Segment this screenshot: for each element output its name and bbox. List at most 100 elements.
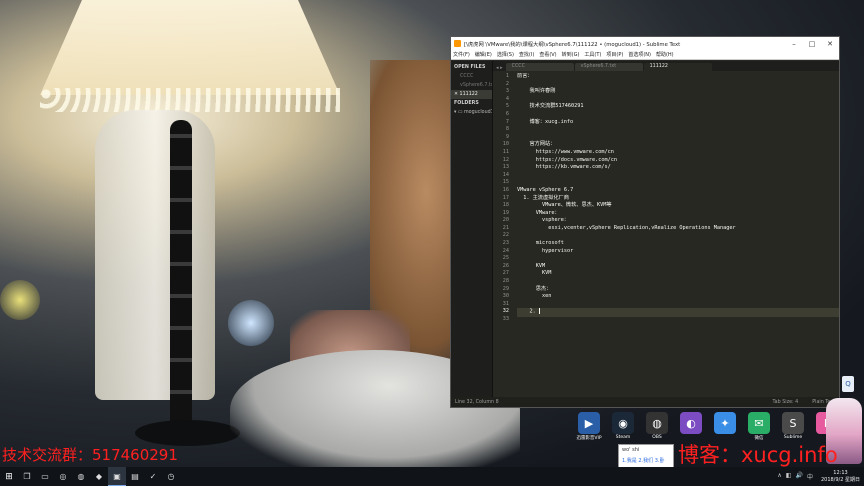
menu-item[interactable]: 帮助(H): [656, 51, 674, 58]
code-line: VMware、微软、思杰、KVM等: [517, 202, 839, 210]
code-line-text: 2.: [517, 308, 539, 315]
tray-icon[interactable]: ◧: [786, 472, 792, 481]
sublime-window: [\虎虎网 \VMware\我的\课程大纲\vSphere6.7\111122 …: [450, 36, 840, 408]
menu-item[interactable]: 转到(G): [562, 51, 580, 58]
taskbar-app-red-button[interactable]: ◆: [90, 467, 108, 486]
line-number: 16: [502, 186, 509, 193]
code-line: 1. 主流虚拟化厂商: [517, 195, 839, 203]
taskbar-task-view-button[interactable]: ❐: [18, 467, 36, 486]
folder-icon: ▭: [41, 472, 49, 481]
taskbar-explorer-button[interactable]: ▭: [36, 467, 54, 486]
code-line: 2.: [517, 308, 839, 317]
desktop-shortcut[interactable]: S Sublime: [776, 412, 810, 441]
system-tray: ∧ ◧ 🔊 中 12:13 2018/9/2 星期日: [777, 467, 864, 486]
menu-item[interactable]: 选择(S): [497, 51, 514, 58]
taskbar-app-box-button[interactable]: ▤: [126, 467, 144, 486]
taskbar-chrome-button[interactable]: ◎: [54, 467, 72, 486]
sidebar-open-file[interactable]: CCCC: [451, 72, 492, 81]
code-line: 思杰：: [517, 286, 839, 294]
code-line: ​: [517, 172, 839, 180]
code-area[interactable]: 1 2 3 4 5 6 7 8 9 10 11 12 13 14 15 16 17 18 19 20 21 22 23 24 2…: [493, 71, 839, 397]
editor-tab[interactable]: vSphere6.7.txt: [574, 63, 643, 71]
open-files-list: CCCC vSphere6.7.txt ✕ 111122: [451, 72, 492, 99]
tab-size-selector[interactable]: Tab Size: 4: [773, 400, 799, 405]
sidebar-folder[interactable]: ▾ ▭ mogucloud1: [451, 108, 492, 117]
firefox-icon: ◍: [77, 472, 85, 481]
line-number: 29: [502, 285, 509, 292]
tray-icon[interactable]: ∧: [777, 472, 781, 481]
sublime-icon: S: [782, 412, 804, 434]
line-number-gutter: 1 2 3 4 5 6 7 8 9 10 11 12 13 14 15 16 17 18 19 20 21 22 23 24 2…: [493, 73, 513, 397]
sidebar-open-file[interactable]: vSphere6.7.txt: [451, 81, 492, 90]
sidebar-open-file[interactable]: ✕ 111122: [451, 90, 492, 99]
code-line: VMware：: [517, 210, 839, 218]
code-line: hypervisor: [517, 248, 839, 256]
editor-tab[interactable]: CCCC: [505, 63, 574, 71]
editor-tab[interactable]: 111122: [643, 63, 712, 71]
bokeh-light: [228, 300, 274, 346]
desktop-shortcut[interactable]: ▶ 迅雷影音VIP: [572, 412, 606, 441]
desktop-shortcut[interactable]: ◉ Steam: [606, 412, 640, 441]
text-cursor: [538, 308, 540, 315]
line-number: 10: [502, 141, 509, 148]
line-number: 12: [502, 156, 509, 163]
clock[interactable]: 12:13 2018/9/2 星期日: [821, 470, 860, 483]
line-number: 7: [505, 118, 509, 125]
desktop-shortcut[interactable]: ◍ OBS: [640, 412, 674, 441]
line-number: 14: [502, 171, 509, 178]
code-line: VMware vSphere 6.7: [517, 187, 839, 195]
menu-item[interactable]: 查看(V): [539, 51, 556, 58]
sidebar-folder-label: mogucloud1: [464, 110, 492, 115]
side-app-icon[interactable]: Q: [842, 376, 854, 392]
menu-item[interactable]: 文件(F): [453, 51, 470, 58]
taskbar-app-clock-button[interactable]: ◷: [162, 467, 180, 486]
box-icon: ▤: [131, 472, 139, 481]
ime-candidate-popup[interactable]: wo' shi 1.我是 2.我们 3.卧: [618, 444, 674, 468]
maximize-button[interactable]: □: [803, 40, 821, 48]
editor-pane: ◂ ▸ CCCC vSphere6.7.txt 111122 1 2 3 4 5 6 7 8 9 10…: [493, 61, 839, 397]
taskbar-items: ⊞ ❐ ▭ ◎ ◍ ◆ ▣ ▤ ✓ ◷: [0, 467, 180, 486]
desktop-icons: ▶迅雷影音VIP◉Steam◍OBS◐✦✉微信SSublimeL: [572, 412, 844, 441]
tab-bar: ◂ ▸ CCCC vSphere6.7.txt 111122: [493, 61, 839, 71]
menu-item[interactable]: 工具(T): [584, 51, 601, 58]
ime-candidates[interactable]: 1.我是 2.我们 3.卧: [622, 457, 670, 464]
line-number: 4: [505, 95, 509, 102]
taskbar-app-window-button[interactable]: ▣: [108, 467, 126, 486]
title-bar[interactable]: [\虎虎网 \VMware\我的\课程大纲\vSphere6.7\111122 …: [451, 37, 839, 50]
code-line-text: 思杰：: [517, 285, 552, 292]
close-button[interactable]: ✕: [821, 40, 839, 48]
line-number: 32: [502, 308, 509, 315]
menu-item[interactable]: 首选项(N): [628, 51, 651, 58]
folder-expand-icon: ▾ ▭: [454, 110, 464, 115]
tray-icon[interactable]: 🔊: [795, 472, 802, 481]
menu-item[interactable]: 编辑(E): [475, 51, 492, 58]
taskbar-app-check-button[interactable]: ✓: [144, 467, 162, 486]
text-buffer[interactable]: 前言：​ 我叫许春刚​ 技术交流群517460291​ 博客：xucg.info…: [513, 73, 839, 397]
minimize-button[interactable]: –: [785, 40, 803, 48]
bokeh-light: [0, 280, 40, 320]
code-line-text: 我叫许春刚: [517, 88, 556, 95]
thunder-icon: ▶: [578, 412, 600, 434]
code-line-text: esxi,vcenter,vSphere Replication,vRealiz…: [517, 224, 736, 231]
desktop-shortcut[interactable]: ✦: [708, 412, 742, 441]
taskbar-firefox-button[interactable]: ◍: [72, 467, 90, 486]
code-line: ​: [517, 317, 839, 325]
code-line-text: 博客：xucg.info: [517, 118, 574, 125]
sidebar-file-label: CCCC: [460, 74, 474, 79]
desktop-shortcut[interactable]: ✉ 微信: [742, 412, 776, 441]
code-line: https://kb.vmware.com/s/: [517, 164, 839, 172]
code-line-text: 前言：: [517, 73, 533, 79]
window-title: [\虎虎网 \VMware\我的\课程大纲\vSphere6.7\111122 …: [464, 41, 681, 48]
code-line: ​: [517, 232, 839, 240]
desktop-shortcut[interactable]: ◐: [674, 412, 708, 441]
code-line-text: hypervisor: [517, 247, 574, 254]
check-icon: ✓: [149, 472, 157, 481]
sidebar: OPEN FILES CCCC vSphere6.7.txt ✕ 111122 FO…: [451, 61, 493, 397]
code-line: ​: [517, 111, 839, 119]
menu-item[interactable]: 查找(I): [519, 51, 534, 58]
wechat-icon: ✉: [748, 412, 770, 434]
task-view-icon: ❐: [23, 472, 31, 481]
taskbar-start-button[interactable]: ⊞: [0, 467, 18, 486]
tray-icon[interactable]: 中: [807, 472, 813, 481]
menu-item[interactable]: 项目(P): [606, 51, 623, 58]
